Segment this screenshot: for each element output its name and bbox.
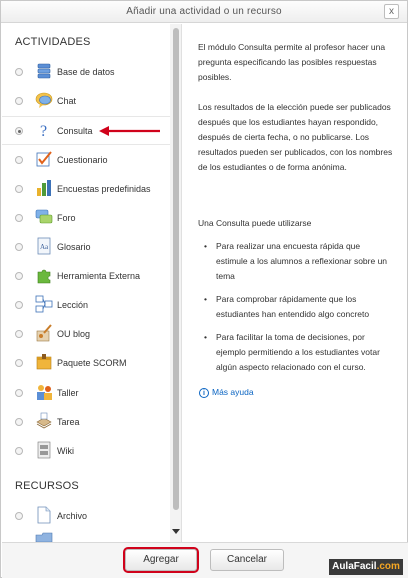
close-button[interactable]: x — [384, 4, 399, 19]
watermark-main: AulaFacil — [332, 561, 377, 572]
add-button[interactable]: Agregar — [123, 547, 199, 573]
option-paquete-scorm[interactable]: Paquete SCORM — [2, 349, 170, 378]
options-scrollbar[interactable] — [170, 24, 181, 542]
file-icon — [37, 506, 51, 524]
resources-heading: RECURSOS — [15, 480, 79, 492]
option-radio[interactable] — [15, 243, 23, 251]
lesson-icon — [35, 295, 53, 313]
database-icon — [37, 63, 51, 79]
forum-icon — [35, 209, 53, 224]
option-radio[interactable] — [15, 214, 23, 222]
watermark-suffix: .com — [376, 561, 400, 572]
option-radio[interactable] — [15, 447, 23, 455]
option-taller[interactable]: Taller — [2, 379, 170, 408]
option-radio[interactable] — [15, 359, 23, 367]
option-consulta[interactable]: ? Consulta — [2, 116, 170, 145]
scorm-icon — [36, 354, 52, 370]
option-radio[interactable] — [15, 512, 23, 520]
description-intro: El módulo Consulta permite al profesor h… — [198, 42, 386, 82]
question-icon: ? — [40, 123, 47, 139]
option-glosario[interactable]: Aa Glosario — [2, 233, 170, 262]
option-leccion[interactable]: Lección — [2, 291, 170, 320]
aulafacil-watermark: AulaFacil.com — [329, 559, 403, 575]
blog-icon — [36, 324, 52, 342]
svg-text:Aa: Aa — [40, 243, 49, 251]
description-panel: El módulo Consulta permite al profesor h… — [184, 24, 404, 542]
activity-chooser-dialog: Añadir una actividad o un recurso x ACTI… — [0, 0, 408, 578]
option-cuestionario[interactable]: Cuestionario — [2, 146, 170, 175]
option-tarea[interactable]: Tarea — [2, 408, 170, 437]
option-label: Consulta — [57, 126, 93, 136]
puzzle-icon — [37, 269, 51, 284]
option-radio[interactable] — [15, 389, 23, 397]
red-arrow-annotation — [99, 126, 160, 136]
folder-icon — [35, 532, 53, 542]
scroll-down-arrow-icon[interactable] — [172, 529, 180, 534]
option-label: Foro — [57, 213, 76, 223]
option-chat[interactable]: Chat — [2, 87, 170, 116]
option-ou-blog[interactable]: OU blog — [2, 320, 170, 349]
option-radio[interactable] — [15, 330, 23, 338]
more-help-label: Más ayuda — [212, 387, 254, 397]
use-item: Para comprobar rápidamente que los estud… — [202, 292, 392, 322]
chat-icon — [35, 92, 53, 108]
survey-chart-icon — [37, 180, 51, 196]
option-base-de-datos[interactable]: Base de datos — [2, 58, 170, 87]
cancel-button[interactable]: Cancelar — [210, 549, 284, 571]
option-radio[interactable] — [15, 185, 23, 193]
info-icon: i — [199, 388, 209, 398]
quiz-icon — [36, 151, 52, 167]
option-radio[interactable] — [15, 418, 23, 426]
option-label: Glosario — [57, 242, 91, 252]
option-radio-selected[interactable] — [15, 127, 23, 135]
option-label: Encuestas predefinidas — [57, 184, 151, 194]
use-item: Para realizar una encuesta rápida que es… — [202, 239, 392, 284]
dialog-title: Añadir una actividad o un recurso — [126, 6, 282, 17]
assignment-icon — [36, 412, 52, 429]
option-label: Chat — [57, 96, 77, 106]
option-label: Cuestionario — [57, 155, 108, 165]
workshop-icon — [37, 385, 52, 400]
option-label: OU blog — [57, 329, 91, 339]
option-foro[interactable]: Foro — [2, 204, 170, 233]
svg-text:?: ? — [40, 123, 47, 139]
scrollbar-thumb[interactable] — [173, 28, 179, 510]
option-label: Paquete SCORM — [57, 358, 127, 368]
options-list: ACTIVIDADES Base de datos Chat ? Consult… — [2, 24, 170, 542]
option-radio[interactable] — [15, 272, 23, 280]
glossary-icon: Aa — [37, 237, 51, 255]
option-label: Archivo — [57, 511, 88, 521]
option-herramienta-externa[interactable]: Herramienta Externa — [2, 262, 170, 291]
option-radio[interactable] — [15, 301, 23, 309]
option-label: Lección — [57, 300, 89, 310]
option-radio[interactable] — [15, 97, 23, 105]
option-encuestas-predefinidas[interactable]: Encuestas predefinidas — [2, 175, 170, 204]
option-label: Wiki — [57, 446, 74, 456]
option-archivo[interactable]: Archivo — [2, 502, 170, 531]
description-uses-heading: Una Consulta puede utilizarse — [198, 218, 312, 228]
option-wiki[interactable]: Wiki — [2, 437, 170, 466]
option-label: Tarea — [57, 417, 80, 427]
description-results: Los resultados de la elección puede ser … — [198, 102, 393, 172]
option-radio[interactable] — [15, 156, 23, 164]
option-label: Base de datos — [57, 67, 115, 77]
use-item: Para facilitar la toma de decisiones, po… — [202, 330, 392, 375]
option-label: Taller — [57, 388, 79, 398]
options-panel: ACTIVIDADES Base de datos Chat ? Consult… — [2, 24, 182, 542]
option-radio[interactable] — [15, 68, 23, 76]
activities-heading: ACTIVIDADES — [15, 36, 91, 48]
dialog-header: Añadir una actividad o un recurso x — [1, 1, 407, 23]
more-help-link[interactable]: i Más ayuda — [199, 387, 254, 398]
wiki-icon — [37, 441, 51, 459]
option-label: Herramienta Externa — [57, 271, 141, 281]
description-use-list: Para realizar una encuesta rápida que es… — [202, 239, 392, 383]
